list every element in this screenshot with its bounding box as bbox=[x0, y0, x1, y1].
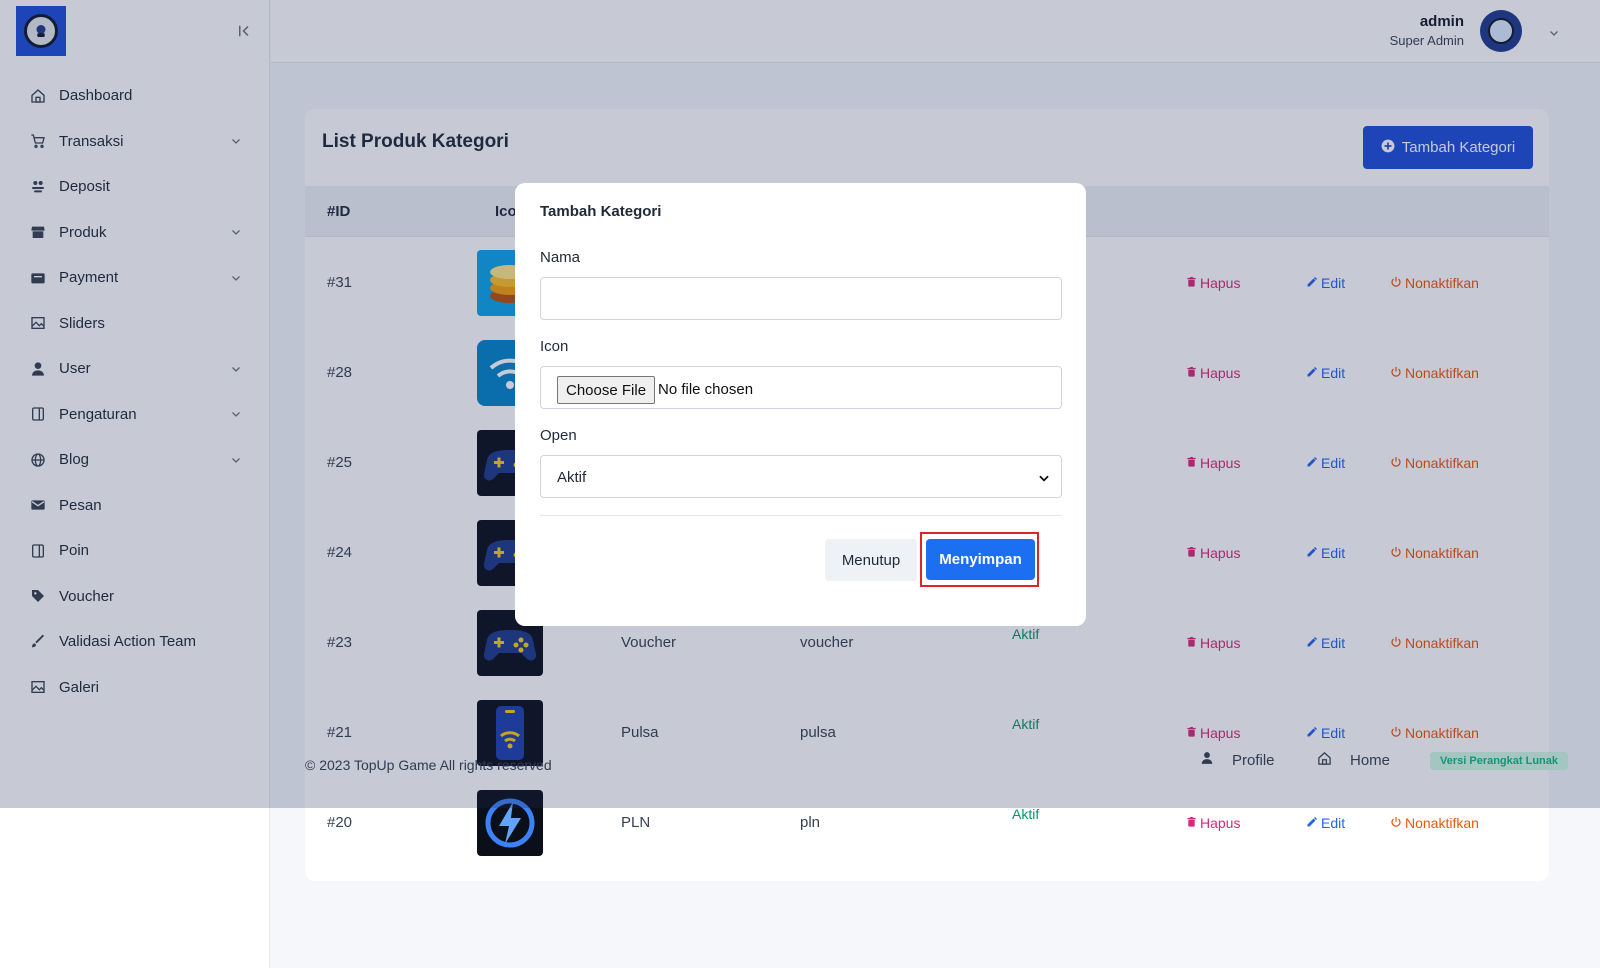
power-icon bbox=[1390, 815, 1402, 831]
delete-button[interactable]: Hapus bbox=[1186, 815, 1240, 831]
row-id: #20 bbox=[327, 814, 353, 831]
close-button[interactable]: Menutup bbox=[825, 539, 917, 581]
row-slug: pln bbox=[800, 814, 821, 831]
file-status: No file chosen bbox=[658, 381, 754, 398]
save-button[interactable]: Menyimpan bbox=[926, 539, 1035, 580]
open-select-value: Aktif bbox=[557, 469, 587, 486]
row-name: PLN bbox=[621, 814, 651, 831]
chevron-down-icon bbox=[1037, 471, 1051, 485]
open-select[interactable]: Aktif bbox=[540, 455, 1062, 498]
save-button-highlight: Menyimpan bbox=[920, 532, 1039, 587]
deactivate-button[interactable]: Nonaktifkan bbox=[1390, 815, 1479, 831]
choose-file-button[interactable]: Choose File bbox=[557, 376, 656, 404]
add-category-modal: Tambah Kategori Nama Icon Choose File No… bbox=[515, 183, 1086, 626]
modal-title: Tambah Kategori bbox=[540, 203, 662, 220]
name-input[interactable] bbox=[540, 277, 1062, 320]
delete-label: Hapus bbox=[1200, 815, 1241, 831]
trash-icon bbox=[1186, 815, 1197, 831]
edit-label: Edit bbox=[1321, 815, 1346, 831]
open-label: Open bbox=[540, 427, 577, 444]
modal-divider bbox=[540, 515, 1062, 516]
pencil-icon bbox=[1306, 815, 1318, 831]
icon-file-input[interactable]: Choose File No file chosen bbox=[540, 366, 1062, 409]
edit-button[interactable]: Edit bbox=[1306, 815, 1345, 831]
status-badge: Aktif bbox=[1012, 806, 1040, 822]
icon-label: Icon bbox=[540, 338, 569, 355]
name-label: Nama bbox=[540, 249, 581, 266]
deactivate-label: Nonaktifkan bbox=[1405, 815, 1479, 831]
